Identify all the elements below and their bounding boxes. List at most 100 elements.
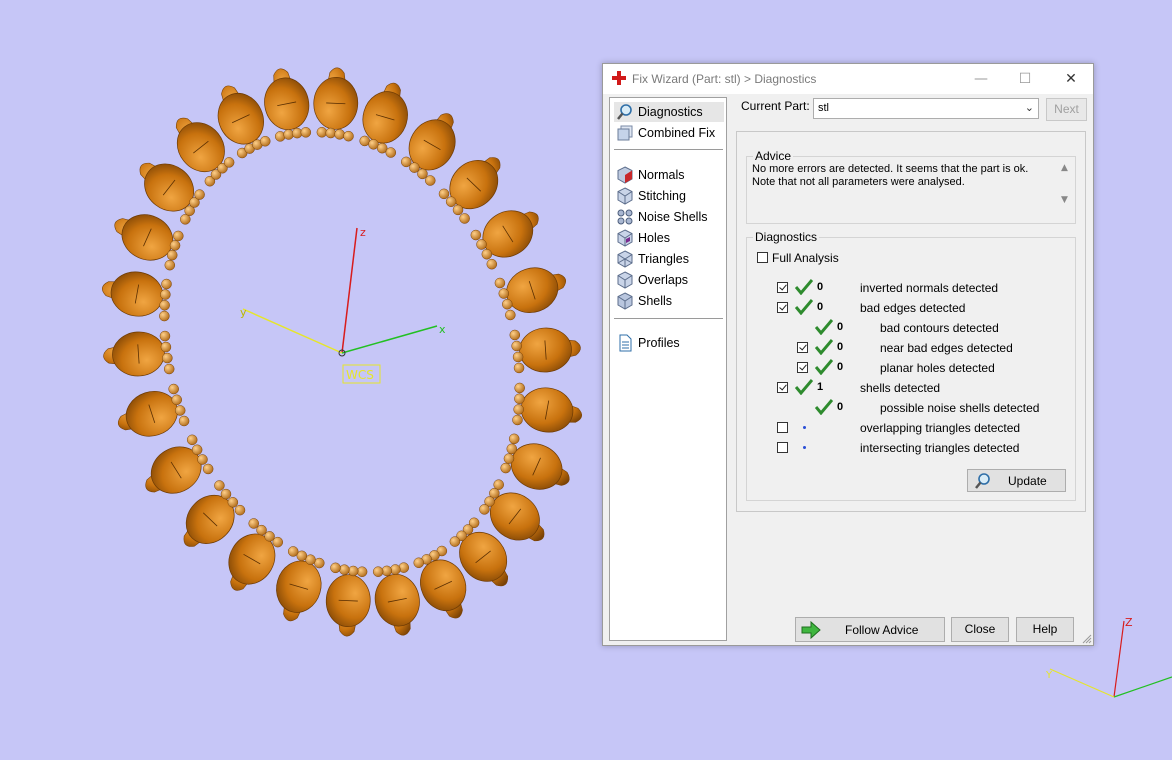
svg-text:Y: Y xyxy=(1045,670,1053,681)
ring-segment xyxy=(325,562,371,637)
x-axis-label: x xyxy=(439,323,446,336)
nav-item-diagnostics[interactable]: Diagnostics xyxy=(614,102,724,122)
shells-count: 1 xyxy=(817,381,824,393)
holes-cube-icon xyxy=(617,229,633,247)
full-analysis-checkbox[interactable] xyxy=(757,252,768,263)
near-bad-edges-checkbox[interactable] xyxy=(797,342,808,353)
advice-line: No more errors are detected. It seems th… xyxy=(752,163,1029,175)
normals-cube-icon xyxy=(617,166,633,184)
noise-shells-count: 0 xyxy=(837,401,844,413)
current-part-value: stl xyxy=(818,102,829,114)
nav-label: Overlaps xyxy=(638,273,689,287)
overlaps-cube-icon xyxy=(617,271,633,289)
ring-segment xyxy=(276,546,325,622)
overlapping-triangles-checkbox[interactable] xyxy=(777,422,788,433)
wcs-axes: z x y WCS xyxy=(240,226,446,384)
nav-item-normals[interactable]: Normals xyxy=(614,165,724,185)
title-bar[interactable]: Fix Wizard (Part: stl) > Diagnostics — ☐… xyxy=(603,64,1093,94)
z-axis-label: z xyxy=(360,226,366,239)
ring-segment xyxy=(494,267,567,321)
close-button[interactable]: Close xyxy=(951,617,1009,642)
shells-label: shells detected xyxy=(860,381,941,395)
intersecting-triangles-checkbox[interactable] xyxy=(777,442,788,453)
check-icon xyxy=(815,399,833,415)
overlapping-triangles-label: overlapping triangles detected xyxy=(860,421,1021,435)
nav-label: Normals xyxy=(638,168,685,182)
fix-wizard-window: Fix Wizard (Part: stl) > Diagnostics — ☐… xyxy=(602,63,1094,646)
nav-label: Triangles xyxy=(638,252,689,266)
ring-segment xyxy=(264,68,312,142)
noise-shells-icon xyxy=(617,209,633,225)
noise-shells-label: possible noise shells detected xyxy=(880,401,1040,415)
ring-segment xyxy=(102,271,172,322)
minimize-button[interactable]: — xyxy=(959,64,1003,94)
shells-checkbox[interactable] xyxy=(777,382,788,393)
bad-edges-checkbox[interactable] xyxy=(777,302,788,313)
close-window-button[interactable]: ✕ xyxy=(1049,64,1093,94)
next-button[interactable]: Next xyxy=(1046,98,1087,121)
help-button[interactable]: Help xyxy=(1016,617,1074,642)
profiles-document-icon xyxy=(619,334,632,352)
not-analysed-dot-icon xyxy=(803,446,806,449)
planar-holes-checkbox[interactable] xyxy=(797,362,808,373)
inverted-normals-count: 0 xyxy=(817,281,824,293)
update-label: Update xyxy=(1008,474,1047,488)
wizard-navigation: Diagnostics Combined Fix Normals Stitchi… xyxy=(609,97,727,641)
current-part-select[interactable]: stl ⌄ xyxy=(813,98,1039,119)
advice-scrollbar[interactable]: ▲ ▼ xyxy=(1059,163,1073,209)
nav-label: Noise Shells xyxy=(638,210,708,224)
nav-label: Stitching xyxy=(638,189,686,203)
stitching-cube-icon xyxy=(617,187,633,205)
ring-segment xyxy=(145,434,214,494)
ring-segment xyxy=(438,157,501,224)
advice-line: Note that not all parameters were analys… xyxy=(752,176,965,188)
ring-segment xyxy=(114,214,184,271)
nav-item-triangles[interactable]: Triangles xyxy=(614,249,724,269)
ring-segment xyxy=(509,327,581,374)
follow-advice-label: Follow Advice xyxy=(845,623,919,637)
advice-group: Advice No more errors are detected. It s… xyxy=(746,149,1076,224)
ring-segment xyxy=(103,330,175,377)
inverted-normals-label: inverted normals detected xyxy=(860,281,999,295)
resize-grip-icon[interactable] xyxy=(1082,634,1092,644)
nav-item-profiles[interactable]: Profiles xyxy=(614,333,724,353)
green-arrow-icon xyxy=(801,621,821,639)
nav-separator xyxy=(614,149,723,150)
planar-holes-label: planar holes detected xyxy=(880,361,995,375)
nav-item-holes[interactable]: Holes xyxy=(614,228,724,248)
inverted-normals-checkbox[interactable] xyxy=(777,282,788,293)
scroll-up-icon[interactable]: ▲ xyxy=(1061,163,1068,173)
planar-holes-count: 0 xyxy=(837,361,844,373)
diagnostics-title: Diagnostics xyxy=(753,230,820,244)
ring-segment xyxy=(183,480,246,547)
current-part-label: Current Part: xyxy=(741,99,810,113)
combined-fix-icon xyxy=(617,125,633,141)
diagnostics-panel: Advice No more errors are detected. It s… xyxy=(736,131,1086,512)
nav-item-shells[interactable]: Shells xyxy=(614,291,724,311)
shells-cube-icon xyxy=(617,292,633,310)
red-cross-icon xyxy=(612,71,626,85)
nav-item-stitching[interactable]: Stitching xyxy=(614,186,724,206)
maximize-button[interactable]: ☐ xyxy=(1003,64,1047,94)
follow-advice-button[interactable]: Follow Advice xyxy=(795,617,945,642)
nav-separator xyxy=(614,318,723,319)
check-icon xyxy=(795,299,813,315)
ring-segment xyxy=(500,433,570,490)
near-bad-edges-label: near bad edges detected xyxy=(880,341,1013,355)
bad-contours-label: bad contours detected xyxy=(880,321,999,335)
y-axis-label: y xyxy=(240,306,247,319)
nav-label: Profiles xyxy=(638,336,680,350)
window-title: Fix Wizard (Part: stl) > Diagnostics xyxy=(632,72,817,86)
magnifier-icon xyxy=(975,473,990,489)
update-button[interactable]: Update xyxy=(967,469,1066,492)
nav-item-overlaps[interactable]: Overlaps xyxy=(614,270,724,290)
ring-segment xyxy=(313,67,359,142)
diagnostics-group: Diagnostics Full Analysis 0 inverted nor… xyxy=(746,230,1076,501)
nav-item-noise-shells[interactable]: Noise Shells xyxy=(614,207,724,227)
check-icon xyxy=(815,339,833,355)
nav-label: Diagnostics xyxy=(638,105,703,119)
bad-edges-label: bad edges detected xyxy=(860,301,966,315)
scroll-down-icon[interactable]: ▼ xyxy=(1061,195,1068,205)
nav-item-combined-fix[interactable]: Combined Fix xyxy=(614,123,724,143)
bad-edges-count: 0 xyxy=(817,301,824,313)
